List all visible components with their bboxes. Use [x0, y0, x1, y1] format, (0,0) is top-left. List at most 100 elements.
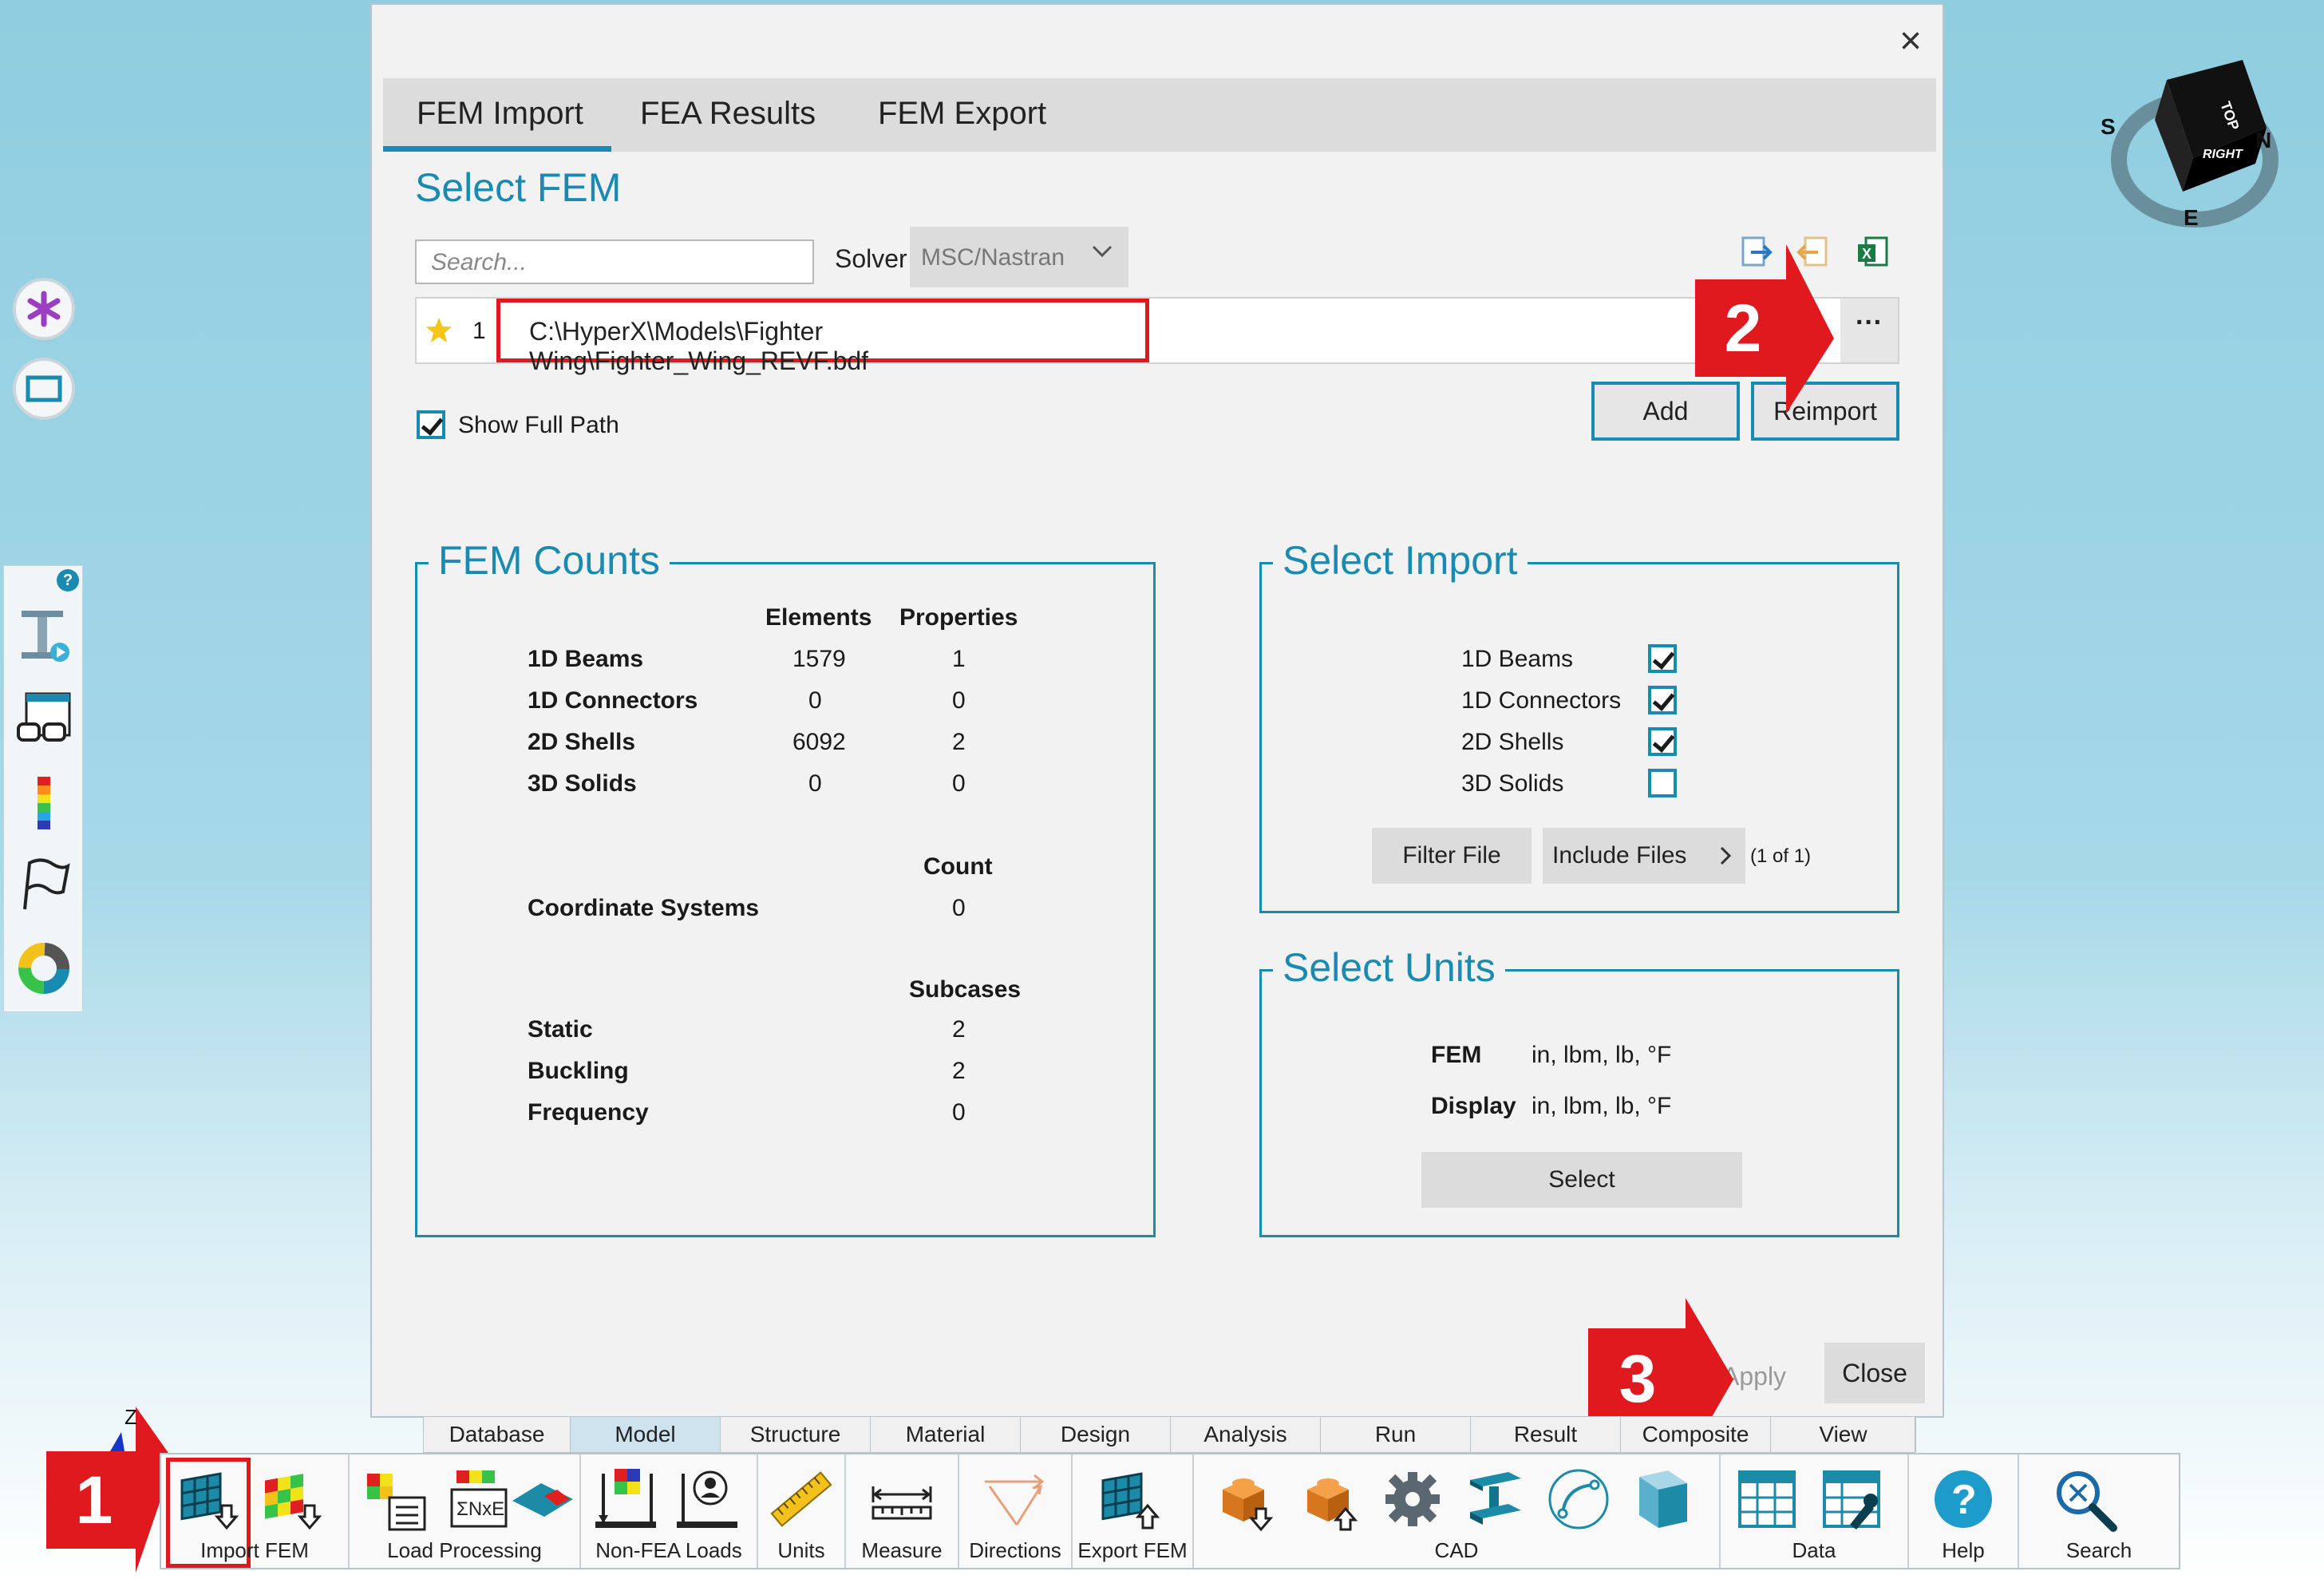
data-table-icon[interactable] — [1733, 1466, 1800, 1533]
ribbon-group-measure: Measure — [846, 1454, 959, 1568]
beam-play-icon[interactable] — [15, 606, 73, 663]
col-properties: Properties — [899, 604, 1018, 631]
directions-icon[interactable] — [982, 1466, 1049, 1533]
include-files-label: Include Files — [1552, 842, 1687, 869]
ribbon-group-data: Data — [1721, 1454, 1909, 1568]
fem-units-label: FEM — [1431, 1042, 1482, 1068]
svg-text:X: X — [1862, 246, 1871, 262]
import-checkbox-1d-beams[interactable] — [1648, 644, 1677, 673]
row-label: 3D Solids — [528, 770, 637, 797]
solver-value: MSC/Nastran — [921, 244, 1065, 271]
load-sum-icon[interactable]: ΣNxE — [445, 1466, 512, 1533]
col-count: Count — [923, 853, 993, 880]
surface-icon[interactable] — [1628, 1466, 1695, 1533]
ribbon-group-search: Search — [2019, 1454, 2179, 1568]
tab-fem-export[interactable]: FEM Export — [878, 96, 1046, 132]
ribbon-label-export-fem: Export FEM — [1077, 1538, 1188, 1562]
export-fem-icon[interactable] — [1097, 1466, 1164, 1533]
view-cube[interactable]: TOP RIGHT S N E — [2099, 56, 2282, 232]
select-units-button[interactable]: Select — [1421, 1152, 1742, 1208]
ribbon-tab-database[interactable]: Database — [424, 1417, 571, 1452]
ribbon-tab-composite[interactable]: Composite — [1621, 1417, 1771, 1452]
search-icon[interactable] — [2051, 1466, 2118, 1533]
import-checkbox-1d-connectors[interactable] — [1648, 686, 1677, 714]
close-button[interactable]: Close — [1824, 1343, 1925, 1403]
help-icon[interactable]: ? — [1930, 1466, 1997, 1533]
ribbon-label-cad: CAD — [1434, 1538, 1479, 1562]
include-files-count: (1 of 1) — [1750, 845, 1812, 867]
export-file-icon[interactable] — [1738, 235, 1773, 270]
cad-export-part-icon[interactable] — [1296, 1466, 1363, 1533]
fem-units-value: in, lbm, lb, °F — [1532, 1042, 1672, 1068]
ribbon-tab-structure[interactable]: Structure — [721, 1417, 871, 1452]
ribbon-group-cad: CAD — [1194, 1454, 1721, 1568]
fem-file-row[interactable]: 1 C:\HyperX\Models\Fighter Wing\Fighter_… — [415, 297, 1899, 375]
ribbon-label-units: Units — [777, 1538, 825, 1562]
col-elements: Elements — [765, 604, 872, 631]
curve-icon[interactable] — [1545, 1466, 1612, 1533]
show-full-path-checkbox[interactable] — [417, 410, 445, 439]
flag-icon[interactable] — [15, 857, 73, 914]
non-fea-load-person-icon[interactable] — [674, 1466, 741, 1533]
ruler-icon[interactable] — [768, 1466, 835, 1533]
display-units-label: Display — [1431, 1093, 1516, 1119]
donut-chart-icon[interactable] — [15, 940, 73, 997]
include-files-button[interactable]: Include Files — [1543, 828, 1745, 884]
import-checkbox-2d-shells[interactable] — [1648, 727, 1677, 756]
annotation-badge-2: 2 — [1695, 279, 1791, 377]
file-index: 1 — [472, 318, 486, 344]
import-fem-icon[interactable] — [176, 1466, 243, 1533]
fem-counts-title: FEM Counts — [429, 537, 670, 584]
import-results-icon[interactable] — [259, 1466, 326, 1533]
asterisk-button[interactable] — [13, 278, 75, 340]
ribbon-label-measure: Measure — [861, 1538, 943, 1562]
excel-icon[interactable]: X — [1855, 235, 1890, 270]
ribbon-tab-run[interactable]: Run — [1321, 1417, 1471, 1452]
row-properties: 0 — [952, 770, 966, 797]
import-checkbox-3d-solids[interactable] — [1648, 769, 1677, 797]
star-icon[interactable] — [425, 316, 453, 345]
row-properties: 0 — [952, 687, 966, 714]
subcase-label: Buckling — [528, 1058, 629, 1084]
i-beam-icon[interactable] — [1462, 1466, 1529, 1533]
cad-import-part-icon[interactable] — [1211, 1466, 1279, 1533]
tab-fea-results[interactable]: FEA Results — [640, 96, 816, 132]
ribbon-group-units: Units — [758, 1454, 846, 1568]
help-badge[interactable]: ? — [57, 569, 79, 592]
viewcube-right-label: RIGHT — [2203, 148, 2243, 161]
load-table-icon[interactable] — [362, 1466, 429, 1533]
row-elements: 0 — [808, 770, 822, 797]
add-button[interactable]: Add — [1591, 382, 1740, 441]
rectangle-button[interactable] — [13, 358, 75, 420]
data-edit-icon[interactable] — [1818, 1466, 1885, 1533]
row-properties: 1 — [952, 646, 966, 672]
ribbon-label-help: Help — [1942, 1538, 1985, 1562]
tab-fem-import[interactable]: FEM Import — [417, 96, 583, 132]
ribbon-tab-model[interactable]: Model — [571, 1417, 721, 1452]
gear-icon[interactable] — [1379, 1466, 1446, 1533]
subcase-value: 0 — [952, 1099, 966, 1126]
ribbon-tab-analysis[interactable]: Analysis — [1171, 1417, 1321, 1452]
ribbon-tab-view[interactable]: View — [1771, 1417, 1916, 1452]
load-surface-icon[interactable] — [509, 1466, 576, 1533]
solver-dropdown[interactable]: MSC/Nastran — [910, 227, 1128, 287]
ribbon-tab-design[interactable]: Design — [1021, 1417, 1171, 1452]
browse-more-button[interactable]: ··· — [1840, 299, 1898, 362]
svg-text:ΣNxE: ΣNxE — [457, 1498, 504, 1520]
color-scale-icon[interactable] — [15, 774, 73, 831]
measure-icon[interactable] — [868, 1466, 935, 1533]
filter-file-button[interactable]: Filter File — [1372, 828, 1532, 884]
ribbon-tab-material[interactable]: Material — [871, 1417, 1021, 1452]
ribbon-tab-result[interactable]: Result — [1471, 1417, 1621, 1452]
file-path[interactable]: C:\HyperX\Models\Fighter Wing\Fighter_Wi… — [496, 299, 1149, 375]
ribbon-group-export-fem: Export FEM — [1073, 1454, 1194, 1568]
axis-triad-icon — [110, 1432, 125, 1451]
row-elements: 0 — [808, 687, 822, 714]
non-fea-load-grid-icon[interactable] — [592, 1466, 659, 1533]
asterisk-icon — [27, 291, 61, 327]
compass-n-label: N — [2255, 128, 2271, 152]
import-item-label: 1D Connectors — [1461, 687, 1622, 714]
search-input[interactable]: Search... — [415, 239, 814, 284]
glasses-window-icon[interactable] — [15, 691, 73, 748]
close-icon[interactable]: × — [1899, 19, 1922, 63]
